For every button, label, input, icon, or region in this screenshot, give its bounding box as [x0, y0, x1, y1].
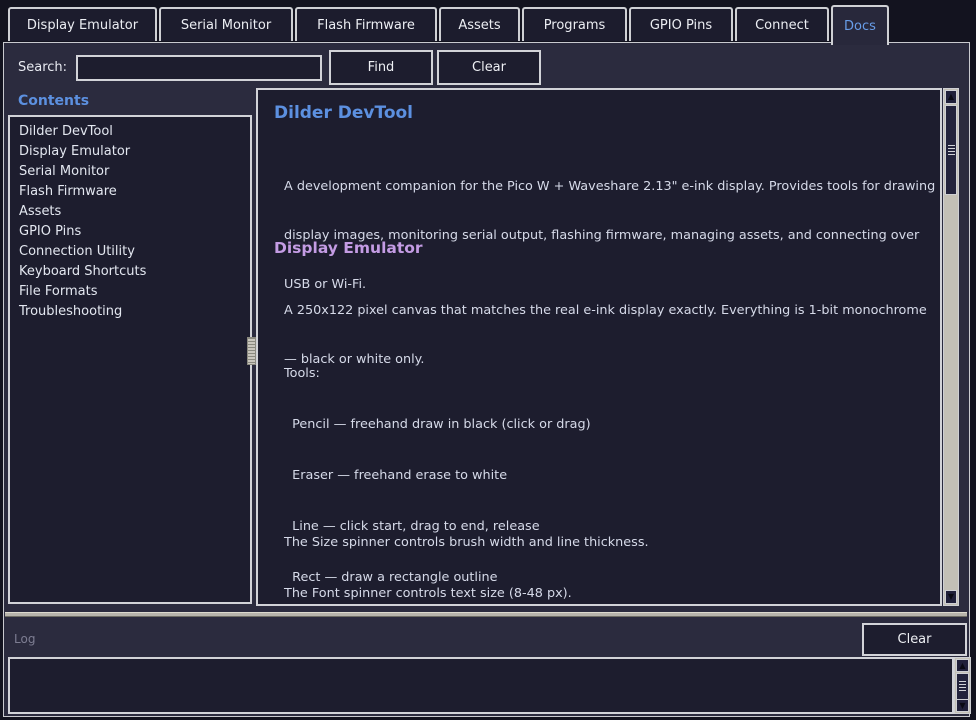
scrollbar-grip-icon — [948, 145, 955, 156]
tab-display-emulator[interactable]: Display Emulator — [8, 7, 157, 41]
vertical-sash-grip[interactable] — [247, 337, 256, 365]
scroll-down-icon: ▼ — [959, 702, 965, 710]
log-scroll-up-button[interactable]: ▲ — [956, 659, 969, 672]
tab-gpio-pins[interactable]: GPIO Pins — [629, 7, 733, 41]
doc-section-heading: Display Emulator — [274, 239, 423, 257]
tab-flash-firmware[interactable]: Flash Firmware — [295, 7, 437, 41]
tab-docs[interactable]: Docs — [831, 5, 889, 45]
scroll-up-button[interactable]: ▲ — [945, 90, 957, 104]
find-button[interactable]: Find — [329, 50, 433, 85]
scroll-up-icon: ▲ — [959, 662, 965, 670]
app-window: { "tabs": [ { "label": "Display Emulator… — [0, 0, 976, 720]
scroll-down-button[interactable]: ▼ — [945, 590, 957, 604]
log-scrollbar[interactable]: ▲ ▼ — [954, 657, 971, 714]
log-scroll-down-button[interactable]: ▼ — [956, 699, 969, 712]
tab-bar: Display Emulator Serial Monitor Flash Fi… — [8, 0, 891, 46]
scrollbar-grip-icon — [959, 681, 967, 692]
search-clear-button[interactable]: Clear — [437, 50, 541, 85]
list-item[interactable]: Dilder DevTool — [10, 122, 250, 142]
horizontal-sash[interactable] — [5, 612, 967, 617]
scroll-down-icon: ▼ — [948, 593, 954, 601]
list-item[interactable]: GPIO Pins — [10, 222, 250, 242]
list-item[interactable]: Troubleshooting — [10, 302, 250, 322]
log-scrollbar-thumb[interactable] — [956, 673, 969, 700]
doc-scrollbar[interactable]: ▲ ▼ — [943, 88, 959, 606]
doc-scrollbar-thumb[interactable] — [945, 105, 957, 195]
log-clear-button[interactable]: Clear — [862, 623, 967, 656]
doc-saving-info: The Size spinner controls brush width an… — [284, 502, 666, 606]
tab-assets[interactable]: Assets — [439, 7, 520, 41]
scroll-up-icon: ▲ — [948, 93, 954, 101]
docs-panel: Search: Find Clear Contents Dilder DevTo… — [3, 42, 970, 717]
contents-heading: Contents — [18, 93, 89, 109]
list-item[interactable]: Flash Firmware — [10, 182, 250, 202]
contents-listbox: Dilder DevTool Display Emulator Serial M… — [8, 115, 252, 604]
list-item[interactable]: Display Emulator — [10, 142, 250, 162]
list-item[interactable]: Serial Monitor — [10, 162, 250, 182]
list-item[interactable]: Keyboard Shortcuts — [10, 262, 250, 282]
search-label: Search: — [18, 60, 67, 75]
doc-title: Dilder DevTool — [274, 103, 413, 123]
list-item[interactable]: Connection Utility — [10, 242, 250, 262]
list-item[interactable]: File Formats — [10, 282, 250, 302]
search-input[interactable] — [76, 55, 322, 81]
tab-serial-monitor[interactable]: Serial Monitor — [159, 7, 293, 41]
doc-text-area: Dilder DevTool A development companion f… — [256, 88, 942, 606]
list-item[interactable]: Assets — [10, 202, 250, 222]
tab-connect[interactable]: Connect — [735, 7, 829, 41]
log-label: Log — [14, 632, 35, 646]
tab-programs[interactable]: Programs — [522, 7, 627, 41]
log-output — [8, 657, 954, 714]
